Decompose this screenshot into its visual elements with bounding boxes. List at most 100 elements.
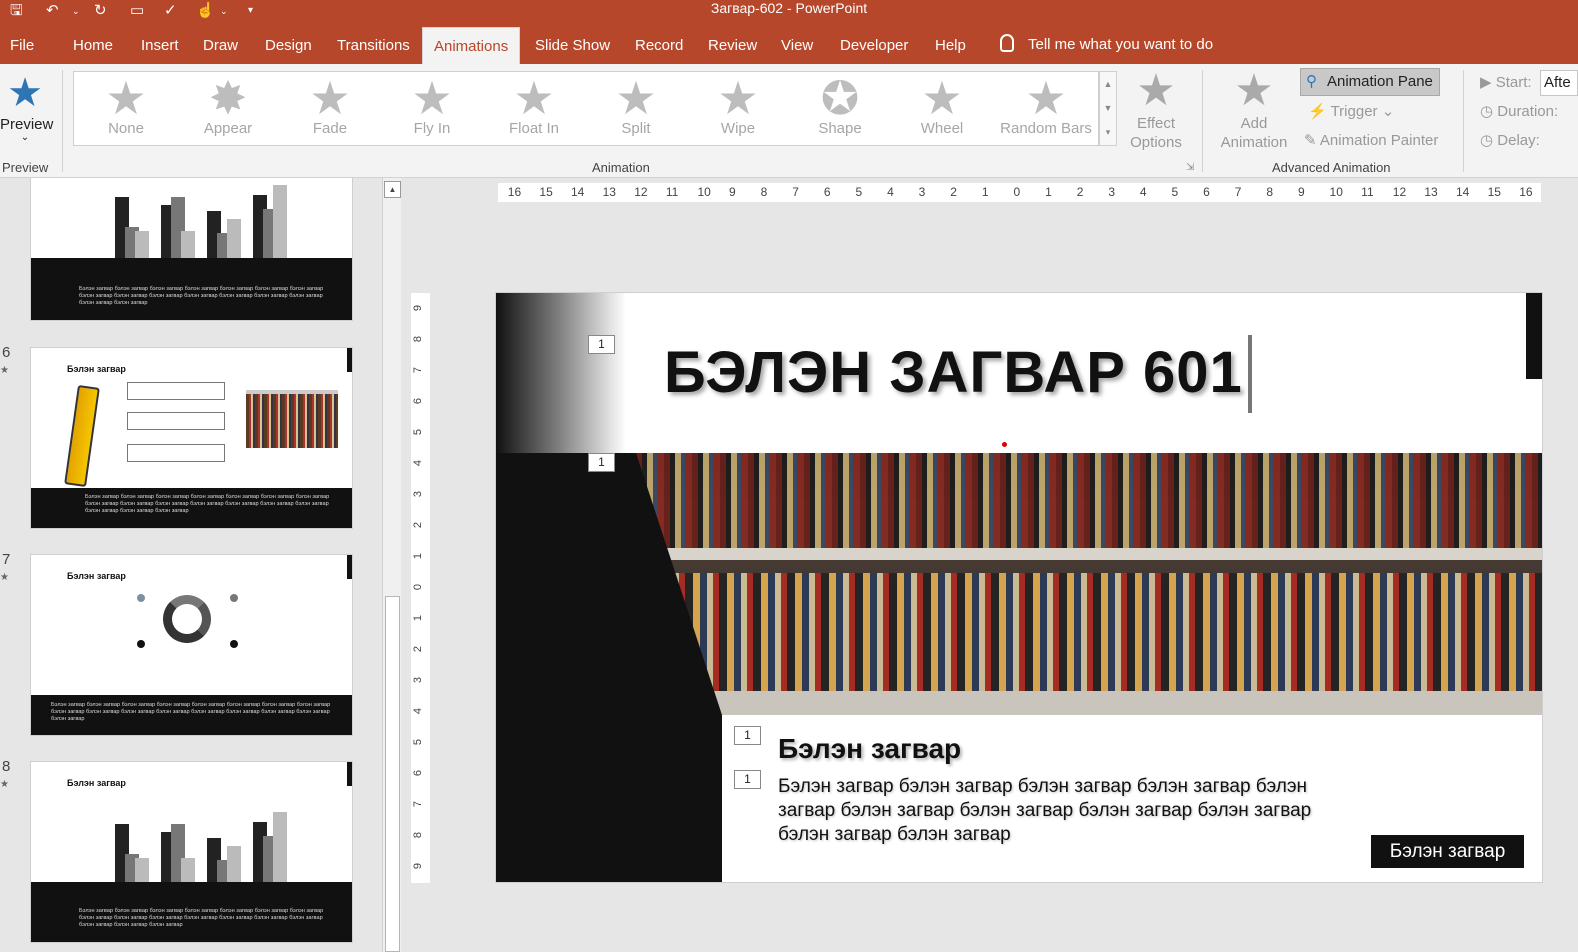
thumbnail-scrollbar[interactable]: ▲ — [382, 178, 401, 952]
animation-appear[interactable]: ✸ Appear — [178, 72, 278, 145]
ruler-tick-label: 14 — [571, 185, 585, 199]
slide-number: 8 — [2, 758, 11, 775]
rotation-marker — [1002, 442, 1007, 447]
slide-subheading[interactable]: Бэлэн загвар — [778, 733, 961, 765]
star-icon: ★ — [615, 72, 657, 124]
tab-developer[interactable]: Developer — [840, 37, 908, 54]
animation-order-badge[interactable]: 1 — [734, 770, 761, 789]
tab-help[interactable]: Help — [935, 37, 966, 54]
title-gradient-band — [496, 293, 626, 453]
thumb-donut-chart — [163, 595, 211, 643]
slide-thumbnail[interactable]: Бэлэн загвар бэлэн загвар бэлэн загвар б… — [30, 178, 353, 321]
tab-record[interactable]: Record — [635, 37, 683, 54]
ruler-tick-label: 14 — [1455, 185, 1470, 199]
animation-shape[interactable]: ✪ Shape — [790, 72, 890, 145]
slide-thumbnail[interactable]: Бэлэн загвар Бэлэн загвар бэлэн загвар б… — [30, 761, 353, 943]
pencil-graphic — [64, 384, 100, 488]
ruler-tick-label: 4 — [887, 185, 894, 199]
thumb-list-box — [127, 382, 225, 400]
thumb-chart — [101, 183, 291, 261]
tell-me-search[interactable]: Tell me what you want to do — [1000, 34, 1213, 53]
ruler-tick-label: 6 — [412, 397, 425, 404]
group-divider — [62, 70, 63, 172]
animation-float-in[interactable]: ★ Float In — [484, 72, 584, 145]
scroll-up-icon[interactable]: ▲ — [1100, 72, 1116, 96]
animation-order-badge[interactable]: 1 — [588, 335, 615, 354]
animation-order-badge[interactable]: 1 — [588, 453, 615, 472]
tab-view[interactable]: View — [781, 37, 813, 54]
thumb-list-box — [127, 444, 225, 462]
ruler-tick-label: 9 — [1297, 185, 1305, 199]
ruler-tick-label: 3 — [1108, 185, 1115, 199]
ruler-tick-label: 16 — [1519, 185, 1533, 199]
ruler-tick-label: 8 — [412, 832, 425, 839]
thumb-books-image — [246, 390, 338, 448]
animation-split[interactable]: ★ Split — [586, 72, 686, 145]
ruler-tick-label: 15 — [1487, 185, 1501, 199]
ruler-tick-label: 8 — [760, 185, 768, 199]
start-label: ▶ Start: — [1480, 74, 1532, 91]
animation-fly-in[interactable]: ★ Fly In — [382, 72, 482, 145]
animation-order-badge[interactable]: 1 — [734, 726, 761, 745]
tab-slide-show[interactable]: Slide Show — [535, 37, 610, 54]
slide-canvas[interactable]: БЭЛЭН ЗАГВАР 601 1 1 1 1 Бэлэн загвар Бэ… — [495, 292, 1543, 883]
ruler-tick-label: 2 — [1076, 185, 1084, 199]
animation-painter-button[interactable]: ✎ Animation Painter — [1304, 131, 1438, 149]
scrollbar-thumb[interactable] — [385, 596, 400, 952]
star-icon: ★ — [717, 72, 759, 124]
ruler-tick-label: 1 — [412, 614, 425, 622]
slide-cta-button[interactable]: Бэлэн загвар — [1371, 835, 1524, 868]
ruler-tick-label: 1 — [981, 185, 989, 199]
ruler-tick-label: 6 — [1203, 185, 1210, 199]
preview-star-icon: ★ — [7, 71, 43, 115]
delay-label: ◷ Delay: — [1480, 132, 1540, 149]
ruler-tick-label: 0 — [1013, 185, 1021, 199]
dialog-launcher-icon[interactable]: ⇲ — [1186, 162, 1194, 173]
animation-wipe[interactable]: ★ Wipe — [688, 72, 788, 145]
trigger-button[interactable]: ⚡ Trigger ⌄ — [1308, 102, 1394, 120]
ruler-tick-label: 12 — [634, 185, 648, 199]
slide-body-text[interactable]: Бэлэн загвар бэлэн загвар бэлэн загвар б… — [778, 775, 1338, 847]
animation-pane-button[interactable]: ⚲ Animation Pane — [1300, 68, 1440, 96]
scroll-up-icon[interactable]: ▲ — [384, 181, 401, 198]
tab-design[interactable]: Design — [265, 37, 312, 54]
ruler-tick-label: 4 — [412, 459, 425, 466]
gallery-scroll[interactable]: ▲ ▼ ▾ — [1099, 71, 1117, 146]
gallery-more-icon[interactable]: ▾ — [1100, 120, 1116, 144]
text-cursor — [1248, 335, 1252, 413]
ruler-tick-label: 3 — [918, 185, 926, 199]
ruler-tick-label: 7 — [412, 801, 425, 808]
ruler-tick-label: 2 — [950, 185, 957, 199]
slide-thumbnail[interactable]: Бэлэн загвар Бэлэн загвар бэлэн загвар б… — [30, 554, 353, 736]
tab-transitions[interactable]: Transitions — [337, 37, 410, 54]
ruler-tick-label: 8 — [412, 335, 425, 342]
animation-none[interactable]: ★ None — [76, 72, 176, 145]
animation-random-bars[interactable]: ★ Random Bars — [994, 72, 1098, 145]
ribbon: ★ Preview ⌄ Preview ★ None ✸ Appear ★ Fade … — [0, 64, 1578, 178]
animation-fade[interactable]: ★ Fade — [280, 72, 380, 145]
ruler-tick-label: 8 — [1266, 185, 1274, 199]
animation-group-label: Animation — [592, 160, 650, 175]
tab-insert[interactable]: Insert — [141, 37, 179, 54]
start-dropdown[interactable]: Afte — [1540, 70, 1578, 96]
add-animation-button[interactable]: ★ Add Animation — [1212, 68, 1296, 152]
scroll-down-icon[interactable]: ▼ — [1100, 96, 1116, 120]
preview-button[interactable]: ★ Preview ⌄ — [0, 70, 53, 154]
ruler-tick-label: 10 — [1329, 185, 1343, 199]
slide-title[interactable]: БЭЛЭН ЗАГВАР 601 — [664, 339, 1243, 406]
tab-home[interactable]: Home — [73, 37, 113, 54]
vertical-ruler: 9 8 7 6 5 4 3 2 1 0 1 2 3 4 5 6 7 8 9 — [411, 293, 430, 883]
tell-me-label: Tell me what you want to do — [1028, 36, 1214, 53]
tab-review[interactable]: Review — [708, 37, 757, 54]
tab-draw[interactable]: Draw — [203, 37, 238, 54]
thumb-title: Бэлэн загвар — [67, 778, 126, 788]
star-outline-icon: ✪ — [820, 72, 860, 124]
animation-wheel[interactable]: ★ Wheel — [892, 72, 992, 145]
thumb-footer: Бэлэн загвар бэлэн загвар бэлэн загвар б… — [31, 695, 352, 735]
slide-thumbnail[interactable]: Бэлэн загвар Бэлэн загвар бэлэн загвар б… — [30, 347, 353, 529]
ruler-tick-label: 9 — [412, 304, 425, 311]
tab-animations[interactable]: Animations — [422, 27, 521, 64]
tab-file[interactable]: File — [10, 37, 34, 54]
effect-options-button[interactable]: ★ Effect Options — [1120, 68, 1192, 152]
title-bar: 🖫 ↶ ⌄ ↻ ▭ ✓ ☝ ⌄ ▾ Загвар-602 - PowerPoin… — [0, 0, 1578, 24]
